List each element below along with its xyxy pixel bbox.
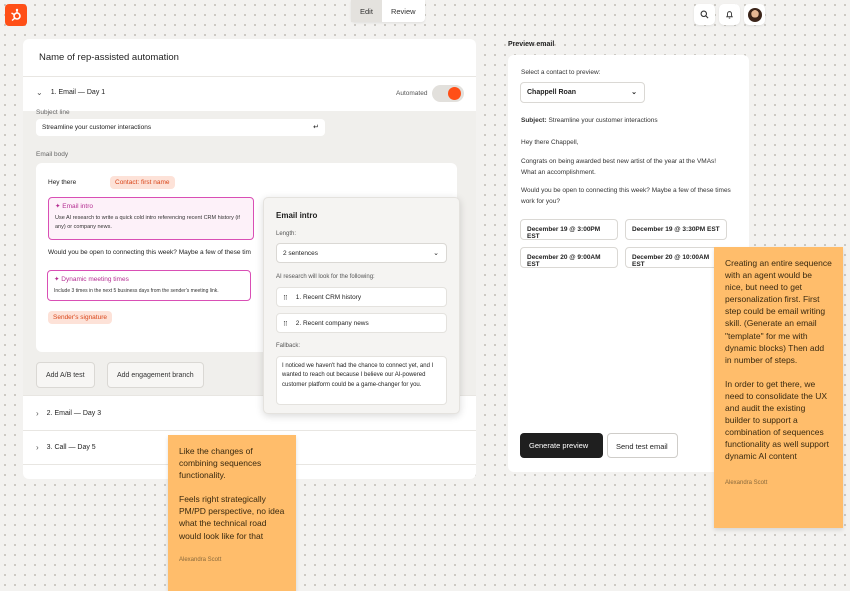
- automated-toggle[interactable]: [432, 85, 464, 102]
- sticky-note-left[interactable]: Like the changes of combining sequences …: [168, 435, 296, 591]
- meeting-title: Dynamic meeting times: [61, 276, 129, 283]
- email-intro-block[interactable]: ✦ Email intro Use AI research to write a…: [48, 197, 254, 240]
- meeting-slot[interactable]: December 20 @ 10:00AM EST: [625, 247, 727, 268]
- step-1-header[interactable]: ⌄ 1. Email — Day 1: [36, 88, 105, 97]
- send-test-email-button[interactable]: Send test email: [607, 433, 678, 458]
- sticky-text-1: Creating an entire sequence with an agen…: [725, 258, 832, 365]
- preview-panel: Select a contact to preview: Chappell Ro…: [508, 55, 749, 472]
- popover-title: Email intro: [276, 211, 318, 220]
- greeting-text: Hey there: [48, 179, 77, 186]
- tab-review[interactable]: Review: [382, 0, 425, 22]
- fallback-label: Fallback:: [276, 343, 301, 349]
- chevron-right-icon: ›: [36, 443, 39, 452]
- search-button[interactable]: [694, 4, 715, 25]
- preview-label: Preview email: [508, 41, 555, 48]
- sprocket-icon: [11, 8, 21, 22]
- email-intro-desc: Use AI research to write a quick cold in…: [55, 215, 240, 230]
- chevron-down-icon: ⌄: [36, 88, 43, 97]
- hubspot-logo[interactable]: [5, 4, 27, 26]
- email-intro-popover: Email intro Length: 2 sentences ⌄ AI rese…: [263, 197, 460, 414]
- email-body-label: Email body: [36, 151, 69, 158]
- length-label: Length:: [276, 231, 297, 237]
- add-engagement-branch-button[interactable]: Add engagement branch: [107, 362, 204, 388]
- avatar: [747, 7, 762, 22]
- meeting-slot[interactable]: December 20 @ 9:00AM EST: [520, 247, 618, 268]
- email-intro-title: Email intro: [62, 203, 93, 210]
- step-2-label: 2. Email — Day 3: [46, 410, 102, 417]
- enter-icon: ↵: [313, 124, 319, 131]
- sticky-text-2: Feels right strategically PM/PD perspect…: [179, 494, 285, 541]
- fallback-textarea[interactable]: I noticed we haven't had the chance to c…: [276, 356, 447, 405]
- meeting-desc: Include 3 times in the next 5 business d…: [54, 288, 219, 294]
- automation-title[interactable]: Name of rep-assisted automation: [39, 52, 179, 63]
- preview-p1: Congrats on being awarded best new artis…: [521, 158, 717, 176]
- generate-preview-button[interactable]: Generate preview: [520, 433, 603, 458]
- divider: [23, 76, 476, 77]
- preview-p2: Would you be open to connecting this wee…: [521, 187, 731, 205]
- sticky-note-right[interactable]: Creating an entire sequence with an agen…: [714, 247, 843, 528]
- sparkle-icon: ✦: [55, 203, 61, 210]
- add-ab-test-button[interactable]: Add A/B test: [36, 362, 95, 388]
- mode-tabs: Edit Review: [351, 0, 425, 22]
- chevron-right-icon: ›: [36, 409, 39, 418]
- preview-greeting: Hey there Chappell,: [521, 139, 579, 146]
- step-3-label: 3. Call — Day 5: [46, 444, 96, 451]
- select-contact-label: Select a contact to preview:: [521, 69, 601, 76]
- sticky-text-1: Like the changes of combining sequences …: [179, 446, 262, 481]
- length-select[interactable]: 2 sentences ⌄: [276, 243, 447, 263]
- research-item[interactable]: ⠿ 2. Recent company news: [276, 313, 447, 333]
- signature-token[interactable]: Sender's signature: [48, 311, 112, 324]
- sticky-author: Alexandra Scott: [725, 479, 768, 486]
- length-value: 2 sentences: [283, 250, 319, 257]
- research-label: AI research will look for the following:: [276, 274, 375, 280]
- subject-line-label: Subject line: [36, 109, 70, 116]
- step-2-row[interactable]: › 2. Email — Day 3: [36, 409, 101, 418]
- search-icon: [700, 10, 709, 19]
- contact-token[interactable]: Contact: first name: [110, 176, 175, 189]
- notifications-button[interactable]: [719, 4, 740, 25]
- sticky-text-2: In order to get there, we need to consol…: [725, 378, 829, 462]
- sticky-author: Alexandra Scott: [179, 556, 222, 563]
- profile-button[interactable]: [744, 4, 765, 25]
- subject-value: Streamline your customer interactions: [42, 124, 152, 131]
- chevron-down-icon: ⌄: [433, 250, 439, 257]
- step-3-row[interactable]: › 3. Call — Day 5: [36, 443, 96, 452]
- chevron-down-icon: ⌄: [631, 89, 637, 96]
- automated-label: Automated: [396, 90, 428, 97]
- body-line: Would you be open to connecting this wee…: [48, 249, 251, 256]
- contact-value: Chappell Roan: [527, 89, 577, 96]
- dynamic-meeting-block[interactable]: ✦ Dynamic meeting times Include 3 times …: [47, 270, 251, 301]
- drag-handle-icon[interactable]: ⠿: [283, 320, 289, 328]
- meeting-slot[interactable]: December 19 @ 3:00PM EST: [520, 219, 618, 240]
- sparkle-icon: ✦: [54, 276, 60, 283]
- research-item[interactable]: ⠿ 1. Recent CRM history: [276, 287, 447, 307]
- step-1-label: 1. Email — Day 1: [50, 89, 106, 96]
- bell-icon: [726, 11, 733, 19]
- divider: [23, 430, 476, 431]
- tab-edit[interactable]: Edit: [351, 0, 382, 22]
- subject-text: Streamline your customer interactions: [548, 117, 658, 124]
- toggle-knob: [448, 87, 461, 100]
- drag-handle-icon[interactable]: ⠿: [283, 294, 289, 302]
- contact-select[interactable]: Chappell Roan ⌄: [520, 82, 645, 103]
- preview-subject: Subject: Streamline your customer intera…: [521, 117, 658, 124]
- meeting-slot[interactable]: December 19 @ 3:30PM EST: [625, 219, 727, 240]
- subject-prefix: Subject:: [521, 117, 547, 124]
- research-item-label: 2. Recent company news: [295, 320, 369, 327]
- research-item-label: 1. Recent CRM history: [295, 294, 362, 301]
- subject-input[interactable]: Streamline your customer interactions ↵: [36, 119, 325, 136]
